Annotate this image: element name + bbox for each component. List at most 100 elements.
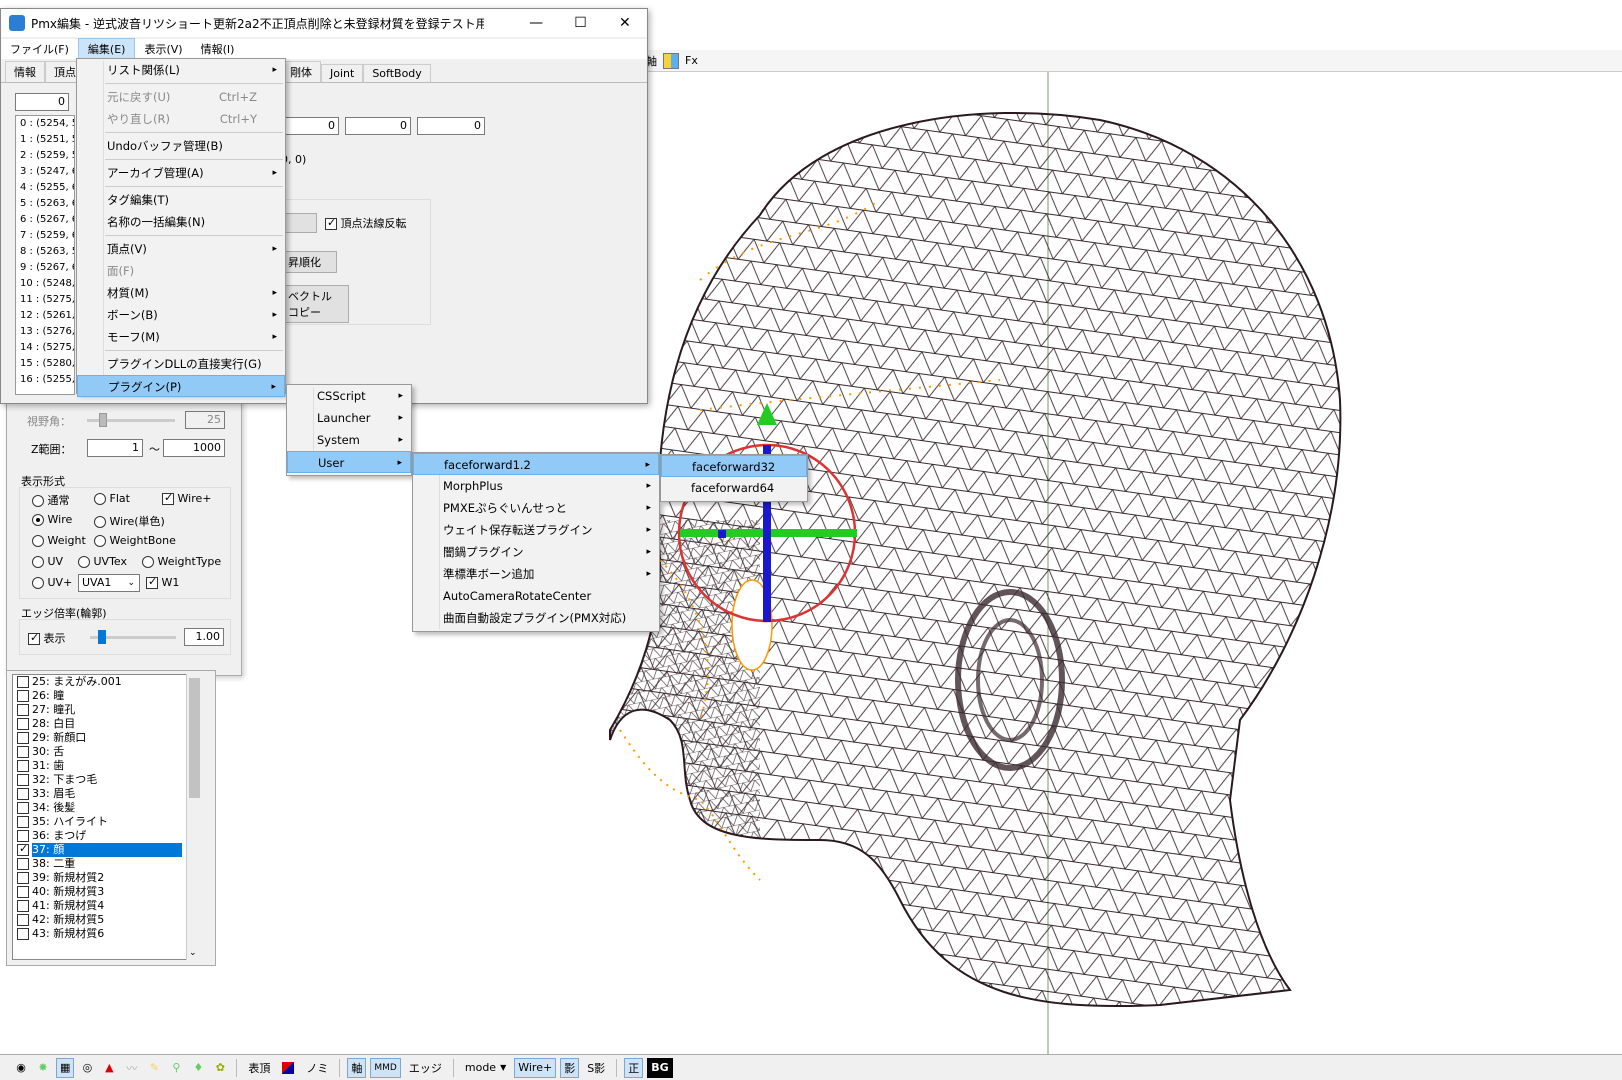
edit_menu-item[interactable]: 元に戻す(U) Ctrl+Z (77, 86, 285, 108)
edit_menu-item[interactable]: タグ編集(T) (77, 189, 285, 211)
vertex-list-item[interactable]: 14 : (5275, (16, 340, 74, 356)
mode-uv[interactable]: UV (32, 555, 63, 568)
edit_menu-item[interactable]: 頂点(V) ▸ (77, 238, 285, 260)
edge-button[interactable]: エッジ (405, 1058, 446, 1078)
material-list[interactable]: 25: まえがみ.001 26: 瞳 27: 瞳孔 28: 白目 29: 新顔口 30: … (12, 674, 202, 960)
material-item[interactable]: 30: 舌 (13, 745, 201, 759)
mode-wire-mono[interactable]: Wire(単色) (94, 513, 165, 529)
faceforward_menu-item[interactable]: faceforward64 (661, 477, 807, 499)
flip-normal-checkbox[interactable]: 頂点法線反転 (325, 215, 407, 231)
material-item[interactable]: 39: 新規材質2 (13, 871, 201, 885)
user_menu-item[interactable]: ウェイト保存転送プラグイン ▸ (413, 519, 659, 541)
material-checkbox[interactable] (17, 676, 29, 688)
plugin_menu-item[interactable]: User ▸ (287, 451, 411, 473)
z-max-input[interactable]: 1000 (163, 439, 225, 457)
select-bone-icon[interactable]: ✸ (34, 1058, 52, 1078)
user_menu-item[interactable]: PMXEぷらぐいんせっと ▸ (413, 497, 659, 519)
material-item[interactable]: 38: 二重 (13, 857, 201, 871)
scroll-down-icon[interactable]: ⌄ (189, 948, 197, 958)
material-item[interactable]: 40: 新規材質3 (13, 885, 201, 899)
order-button[interactable]: 昇順化 (281, 251, 337, 273)
title-bar[interactable]: Pmx編集 - 逆式波音リツショート更新2a2不正頂点削除と未登録材質を登録テス… (1, 9, 647, 37)
uva-select[interactable]: UVA1 ⌄ (78, 574, 140, 592)
vertex-list-item[interactable]: 7 : (5259, 6 (16, 228, 74, 244)
vertex-list-item[interactable]: 2 : (5259, 5 (16, 148, 74, 164)
mode-normal[interactable]: 通常 (32, 492, 70, 508)
vertex-list-item[interactable]: 9 : (5267, 6 (16, 260, 74, 276)
vertex-list-item[interactable]: 3 : (5247, 6 (16, 164, 74, 180)
select-rigid-icon[interactable]: ◎ (78, 1058, 96, 1078)
material-item[interactable]: 34: 後髪 (13, 801, 201, 815)
material-checkbox[interactable] (17, 732, 29, 744)
user_menu-item[interactable]: AutoCameraRotateCenter (413, 585, 659, 607)
vertex-list-item[interactable]: 5 : (5263, 6 (16, 196, 74, 212)
mode-weight[interactable]: Weight (32, 534, 86, 547)
mode-weight-bone[interactable]: WeightBone (94, 534, 176, 547)
material-scrollbar[interactable]: ⌄ (186, 674, 202, 960)
edit_menu-item[interactable]: プラグインDLLの直接実行(G) (77, 353, 285, 375)
material-item[interactable]: 25: まえがみ.001 (13, 675, 201, 689)
edit_menu-item[interactable]: アーカイブ管理(A) ▸ (77, 162, 285, 184)
material-checkbox[interactable] (17, 816, 29, 828)
vertex-list-item[interactable]: 10 : (5248, (16, 276, 74, 292)
mode-weight-type[interactable]: WeightType (142, 555, 221, 568)
vector-copy-button[interactable]: ベクトルコピー (281, 285, 349, 323)
shadow-button[interactable]: 影 (560, 1057, 580, 1078)
menu-view[interactable]: 表示(V) (135, 39, 191, 59)
minimize-button[interactable]: — (514, 9, 558, 37)
edit_menu-item[interactable]: リスト関係(L) ▸ (77, 59, 285, 81)
edit_menu-item[interactable]: 名称の一括編集(N) (77, 211, 285, 233)
menu-edit[interactable]: 編集(E) (77, 38, 136, 60)
select-vertex-icon[interactable]: ◉ (12, 1058, 30, 1078)
menu-file[interactable]: ファイル(F) (1, 39, 78, 59)
sshadow-button[interactable]: S影 (583, 1058, 609, 1078)
mode-wire[interactable]: Wire (32, 513, 72, 526)
material-checkbox[interactable] (17, 900, 29, 912)
material-checkbox[interactable] (17, 842, 29, 856)
material-item[interactable]: 26: 瞳 (13, 689, 201, 703)
faceforward_menu-item[interactable]: faceforward32 (661, 455, 807, 477)
material-item[interactable]: 28: 白目 (13, 717, 201, 731)
edge-show-checkbox[interactable]: 表示 (28, 630, 66, 646)
vertex-list-item[interactable]: 13 : (5276, (16, 324, 74, 340)
select-uv-icon[interactable]: ♦ (189, 1058, 207, 1078)
select-morph-icon[interactable]: ⚲ (167, 1058, 185, 1078)
wire-button[interactable]: Wire+ (514, 1057, 557, 1078)
fov-value[interactable]: 25 (185, 411, 225, 429)
user_menu-item[interactable]: 曲面自動設定プラグイン(PMX対応) (413, 607, 659, 629)
coord-y-input[interactable]: 0 (345, 117, 411, 135)
vertex-list-item[interactable]: 0 : (5254, 5 (16, 116, 74, 132)
coord-z-input[interactable]: 0 (417, 117, 485, 135)
material-checkbox[interactable] (17, 886, 29, 898)
material-checkbox[interactable] (17, 830, 29, 842)
vertex-list[interactable]: 0 : (5254, 51 : (5251, 52 : (5259, 53 : … (15, 115, 75, 395)
material-checkbox[interactable] (17, 802, 29, 814)
w1-checkbox[interactable]: W1 (146, 575, 179, 589)
edit_menu-item[interactable]: やり直し(R) Ctrl+Y (77, 108, 285, 130)
material-checkbox[interactable] (17, 928, 29, 940)
close-button[interactable]: ✕ (603, 9, 647, 37)
mode-uv-plus[interactable]: UV+ (32, 576, 72, 589)
fx-button[interactable]: Fx (685, 54, 698, 67)
material-item[interactable]: 27: 瞳孔 (13, 703, 201, 717)
vertex-list-item[interactable]: 16 : (5255, (16, 372, 74, 388)
mmd-button[interactable]: MMD (370, 1057, 401, 1078)
grid-icon[interactable] (663, 52, 679, 69)
mode-dropdown[interactable]: mode ▼ (461, 1058, 510, 1078)
menu-info[interactable]: 情報(I) (192, 39, 244, 59)
scrollbar-thumb[interactable] (189, 678, 200, 798)
material-item[interactable]: 32: 下まつ毛 (13, 773, 201, 787)
vertex-list-item[interactable]: 6 : (5267, 6 (16, 212, 74, 228)
material-checkbox[interactable] (17, 760, 29, 772)
vertex-list-item[interactable]: 12 : (5261, (16, 308, 74, 324)
material-item[interactable]: 42: 新規材質5 (13, 913, 201, 927)
z-min-input[interactable]: 1 (87, 439, 143, 457)
edge-slider-thumb[interactable] (98, 630, 106, 644)
select-joint-icon[interactable]: ▲ (100, 1058, 118, 1078)
material-item[interactable]: 41: 新規材質4 (13, 899, 201, 913)
material-checkbox[interactable] (17, 690, 29, 702)
omote-button[interactable]: 表頂 (244, 1058, 274, 1078)
partial-button[interactable] (281, 213, 317, 233)
mode-flat[interactable]: Flat (94, 492, 130, 505)
material-checkbox[interactable] (17, 746, 29, 758)
